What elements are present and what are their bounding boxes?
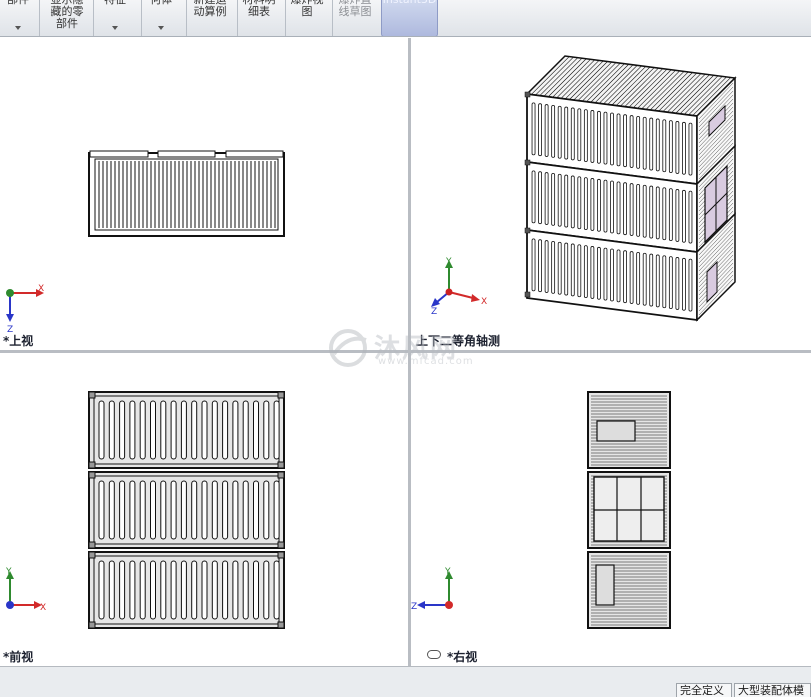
triad-z-label: Z: [431, 307, 437, 314]
chevron-down-icon: [15, 26, 21, 30]
ribbon-button-6[interactable]: 爆炸视图: [285, 0, 329, 36]
command-manager-ribbon: 部件显示隐藏的零部件特征何体新建运动算例材料明细表爆炸视图爆炸直线草图Insta…: [0, 0, 811, 37]
ribbon-label-line: Instant3D: [382, 0, 437, 6]
triad-y-label: Y: [445, 257, 452, 267]
watermark-logo-icon: [329, 329, 367, 367]
viewport-right[interactable]: Y Z *右视: [411, 353, 811, 666]
top-view-model: [88, 150, 285, 237]
link-views-icon[interactable]: [427, 650, 441, 659]
ribbon-button-8[interactable]: Instant3D: [381, 0, 438, 36]
ribbon-separator: [39, 0, 40, 36]
ribbon-label-line: 细表: [248, 5, 270, 18]
view-triad: Y X Z: [431, 257, 487, 314]
triad-y-label: Y: [5, 567, 12, 577]
viewport-label-top: *上视: [3, 334, 34, 348]
ribbon-button-3[interactable]: 何体: [139, 0, 183, 36]
triad-x-label: X: [481, 297, 487, 307]
ribbon-button-0[interactable]: 部件: [0, 0, 36, 36]
triad-x-label: X: [38, 284, 44, 294]
viewport-label-right: *右视: [447, 650, 478, 664]
status-bar: 完全定义 大型装配体模: [0, 666, 811, 697]
view-triad: Y Z: [411, 567, 453, 612]
view-triad: Y X: [5, 567, 46, 613]
watermark-url: www.mfcad.com: [378, 356, 474, 367]
right-view-model: [587, 391, 671, 629]
ribbon-button-7[interactable]: 爆炸直线草图: [330, 0, 380, 36]
watermark: 沐风网 www.mfcad.com: [326, 322, 506, 372]
ribbon-button-label: 特征: [92, 0, 138, 6]
ribbon-button-label: 材料明细表: [236, 0, 282, 18]
ribbon-label-line: 何体: [139, 0, 183, 6]
ribbon-label-line: 动算例: [193, 5, 227, 18]
viewport-front[interactable]: Y X *前视: [0, 353, 408, 666]
ribbon-button-label: 部件: [0, 0, 36, 6]
ribbon-button-label: 何体: [139, 0, 183, 6]
status-definition: 完全定义: [676, 683, 732, 697]
ribbon-label-line: 线草图: [338, 5, 372, 18]
ribbon-button-2[interactable]: 特征: [92, 0, 138, 36]
status-large-assembly-mode[interactable]: 大型装配体模: [734, 683, 811, 697]
ribbon-button-label: 爆炸直线草图: [330, 0, 380, 18]
ribbon-button-label: 新建运动算例: [186, 0, 234, 18]
ribbon-label-line: 部件: [56, 17, 78, 30]
triad-y-label: Y: [444, 567, 451, 577]
ribbon-button-label: Instant3D: [382, 0, 437, 6]
ribbon-button-label: 爆炸视图: [285, 0, 329, 18]
ribbon-button-5[interactable]: 材料明细表: [236, 0, 282, 36]
viewport-isometric[interactable]: Y X Z 上下二等角轴测: [411, 38, 811, 350]
ribbon-label-line: 图: [301, 5, 313, 18]
triad-x-label: X: [40, 603, 46, 613]
viewport-top[interactable]: X Z *上视: [0, 38, 408, 350]
ribbon-button-label: 显示隐藏的零部件: [44, 0, 90, 30]
viewport-label-front: *前视: [3, 650, 34, 664]
front-view-model: [88, 391, 285, 629]
ribbon-label-line: 部件: [0, 0, 36, 6]
ribbon-label-line: 特征: [92, 0, 138, 6]
ribbon-button-1[interactable]: 显示隐藏的零部件: [44, 0, 90, 36]
ribbon-button-4[interactable]: 新建运动算例: [186, 0, 234, 36]
triad-z-label: Z: [411, 602, 417, 612]
chevron-down-icon: [112, 26, 118, 30]
chevron-down-icon: [158, 26, 164, 30]
view-triad: X Z: [6, 284, 44, 334]
